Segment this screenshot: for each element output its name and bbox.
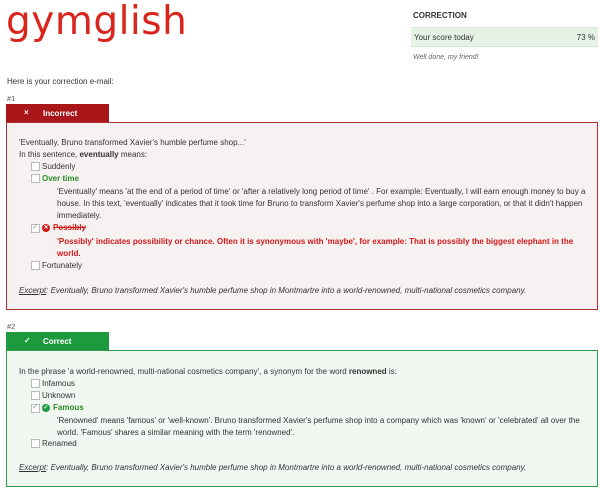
- correct-option-label: Over time: [42, 174, 79, 183]
- option-checkbox[interactable]: [31, 391, 40, 400]
- correct-option-label: Famous: [53, 403, 84, 412]
- score-row: Your score today 73 %: [411, 27, 598, 47]
- question-quote: 'Eventually, Bruno transformed Xavier's …: [19, 138, 246, 147]
- excerpt-label: Excerpt: [19, 286, 47, 295]
- question-1-box: 'Eventually, Bruno transformed Xavier's …: [6, 122, 598, 310]
- excerpt: Excerpt: Eventually, Bruno transformed X…: [19, 286, 527, 295]
- score-note: Well done, my friend!: [413, 54, 479, 61]
- gymglish-logo: gymglish: [6, 0, 188, 44]
- cross-circle-icon: ✕: [42, 223, 50, 232]
- check-icon: ✓: [24, 336, 31, 345]
- option-label: Fortunately: [42, 261, 83, 270]
- incorrect-tab: × Incorrect: [6, 104, 109, 122]
- question-prompt: In the phrase 'a world-renowned, multi-n…: [19, 367, 397, 376]
- option-checkbox[interactable]: [31, 439, 40, 448]
- option-checkbox[interactable]: [31, 261, 40, 270]
- option-checkbox[interactable]: [31, 162, 40, 171]
- question-number-1: #1: [7, 94, 16, 103]
- option-label: Infamous: [42, 379, 75, 388]
- question-prompt: In this sentence, eventually means:: [19, 150, 148, 159]
- status-label: Incorrect: [43, 109, 78, 118]
- intro-text: Here is your correction e-mail:: [7, 77, 114, 86]
- option-checkbox-checked[interactable]: [31, 402, 40, 413]
- wrong-option-label: Possibly: [53, 223, 86, 232]
- wrong-option: ✕ Possibly: [42, 223, 86, 232]
- correction-title: CORRECTION: [413, 11, 467, 20]
- wrong-explanation: 'Possibly' indicates possibility or chan…: [57, 237, 574, 258]
- option-checkbox-checked[interactable]: [31, 222, 40, 233]
- correct-explanation: 'Renowned' means 'famous' or 'well-known…: [57, 416, 580, 437]
- status-label: Correct: [43, 337, 72, 346]
- option-checkbox[interactable]: [31, 174, 40, 183]
- excerpt-label: Excerpt: [19, 463, 47, 472]
- excerpt: Excerpt: Eventually, Bruno transformed X…: [19, 463, 527, 472]
- score-value: 73 %: [576, 33, 595, 42]
- correct-explanation: 'Eventually' means 'at the end of a peri…: [57, 187, 586, 220]
- option-label: Unknown: [42, 391, 76, 400]
- check-circle-icon: ✓: [42, 403, 50, 412]
- score-label: Your score today: [414, 33, 474, 42]
- option-checkbox[interactable]: [31, 379, 40, 388]
- question-2-box: In the phrase 'a world-renowned, multi-n…: [6, 350, 598, 487]
- correct-option: ✓ Famous: [42, 403, 84, 412]
- x-icon: ×: [24, 108, 29, 117]
- question-number-2: #2: [7, 322, 16, 331]
- option-label: Suddenly: [42, 162, 76, 171]
- correct-tab: ✓ Correct: [6, 332, 109, 350]
- option-label: Renamed: [42, 439, 77, 448]
